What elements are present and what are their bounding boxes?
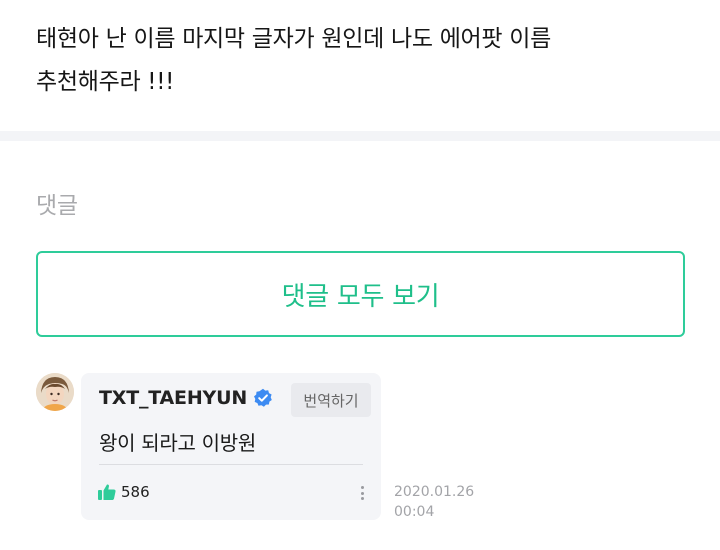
reply-author[interactable]: TXT_TAEHYUN [99,387,273,409]
like-count: 586 [121,483,150,501]
reply-bubble: TXT_TAEHYUN 번역하기 왕이 되라고 이방원 586 [81,373,381,520]
more-options-icon[interactable] [355,483,369,503]
verified-badge-icon [254,388,272,407]
like-button[interactable]: 586 [97,483,150,501]
reply-text: 왕이 되라고 이방원 [99,431,256,455]
reply-author-name: TXT_TAEHYUN [99,387,248,409]
avatar-image [36,373,74,411]
translate-button[interactable]: 번역하기 [291,383,371,417]
comments-title: 댓글 [36,193,78,219]
thumbs-up-icon [98,484,116,500]
post-text: 태현아 난 이름 마지막 글자가 원인데 나도 에어팟 이름 추천해주라 !!! [36,18,696,104]
reply-timestamp: 2020.01.26 00:04 [394,482,494,522]
view-all-comments-button[interactable]: 댓글 모두 보기 [36,251,685,337]
avatar[interactable] [36,373,74,411]
reply-date: 2020.01.26 [394,484,475,500]
reply-divider [99,464,363,465]
reply-time: 00:04 [394,504,435,520]
section-divider [0,131,720,141]
post-text-line-1: 태현아 난 이름 마지막 글자가 원인데 나도 에어팟 이름 [36,26,552,52]
post-text-line-2: 추천해주라 !!! [36,69,175,95]
